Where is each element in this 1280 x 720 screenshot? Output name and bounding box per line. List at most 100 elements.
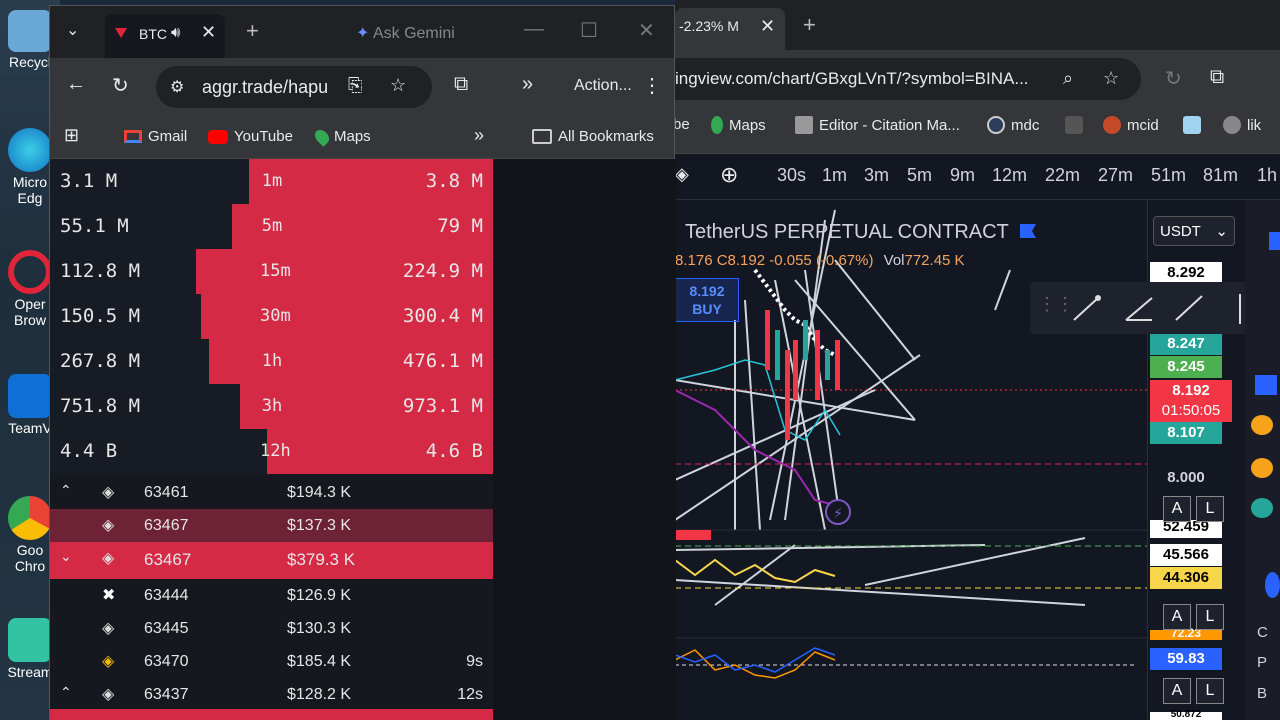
price-tag: 44.306 bbox=[1150, 567, 1222, 589]
interval-81m[interactable]: 81m bbox=[1203, 165, 1238, 186]
maximize-icon[interactable]: ☐ bbox=[580, 18, 598, 43]
buy-label: BUY bbox=[692, 301, 722, 317]
interval-27m[interactable]: 27m bbox=[1098, 165, 1133, 186]
sidebar-button[interactable] bbox=[1251, 458, 1273, 478]
sell-volume: 4.6 B bbox=[425, 440, 483, 462]
tab-title: -2.23% M bbox=[679, 18, 739, 34]
reload-icon[interactable]: ↻ bbox=[112, 73, 129, 98]
interval-toolbar: ◈ ⊕ 30s 1m 3m 5m 9m 12m 22m 27m 51m 81m … bbox=[675, 154, 1280, 200]
indicator-icon[interactable]: ◈ bbox=[675, 164, 689, 185]
auto-scale-button[interactable]: A bbox=[1163, 496, 1191, 522]
new-tab-icon[interactable]: + bbox=[246, 18, 259, 44]
interval-1m[interactable]: 1m bbox=[822, 165, 847, 186]
maps-pin-icon bbox=[312, 126, 332, 147]
tab-search-icon[interactable]: ⌄ bbox=[66, 20, 79, 40]
extensions-icon[interactable]: ⧉ bbox=[1210, 66, 1224, 89]
interval-12m[interactable]: 12m bbox=[992, 165, 1027, 186]
price-tag: 72.23 bbox=[1150, 627, 1222, 640]
interval-51m[interactable]: 51m bbox=[1151, 165, 1186, 186]
sidebar-button[interactable] bbox=[1269, 232, 1280, 250]
install-app-icon[interactable]: ⎘ bbox=[348, 75, 362, 96]
trades-panel: ⌃ ◈ 63461 $194.3 K ◈ 63467 $137.3 K ⌄ ◈ 63467 $379… bbox=[50, 476, 493, 711]
sidebar-button[interactable] bbox=[1251, 498, 1273, 518]
sidebar-letter: P bbox=[1257, 654, 1268, 671]
bookmark-maps[interactable]: Maps bbox=[711, 116, 766, 134]
apps-grid-icon[interactable]: ⊞ bbox=[64, 125, 79, 146]
sidebar-button[interactable] bbox=[1255, 375, 1277, 395]
bookmark-citation[interactable]: Editor - Citation Ma... bbox=[795, 116, 960, 134]
url-text: ingview.com/chart/GBxgLVnT/?symbol=BINA.… bbox=[675, 69, 1029, 88]
trade-amount: $126.9 K bbox=[287, 587, 352, 604]
bookmark-star-icon[interactable]: ☆ bbox=[1103, 68, 1119, 89]
arrow-line-tool-icon[interactable] bbox=[1070, 292, 1104, 326]
angle-tool-icon[interactable] bbox=[1122, 292, 1156, 326]
interval-5m[interactable]: 5m bbox=[907, 165, 932, 186]
bookmark-star-icon[interactable]: ☆ bbox=[390, 75, 406, 96]
stats-row-1m: 3.1 M 1m 3.8 M bbox=[50, 159, 493, 204]
auto-scale-button[interactable]: A bbox=[1163, 678, 1191, 704]
buy-price: 8.192 bbox=[689, 283, 725, 299]
symbol-title[interactable]: TetherUS PERPETUAL CONTRACT bbox=[685, 221, 1036, 244]
bookmark-mcid[interactable]: mcid bbox=[1103, 116, 1159, 134]
speaker-icon[interactable]: 🔊︎ bbox=[171, 24, 180, 41]
okx-icon: ◈ bbox=[102, 550, 115, 567]
interval-3m[interactable]: 3m bbox=[864, 165, 889, 186]
actions-button[interactable]: Action... bbox=[574, 77, 632, 95]
stats-row-30m: 150.5 M 30m 300.4 M bbox=[50, 294, 493, 339]
menu-kebab-icon[interactable]: ⋮ bbox=[642, 73, 662, 98]
ask-gemini-button[interactable]: ✦ Ask Gemini bbox=[356, 23, 455, 43]
trade-price: 63444 bbox=[144, 587, 189, 604]
tab-tradingview[interactable]: -2.23% M ✕ bbox=[675, 8, 785, 50]
close-window-icon[interactable]: ✕ bbox=[638, 18, 655, 43]
back-icon[interactable]: ← bbox=[66, 73, 86, 96]
address-bar[interactable]: ingview.com/chart/GBxgLVnT/?symbol=BINA.… bbox=[675, 58, 1141, 100]
bookmark-gmail[interactable]: Gmail bbox=[124, 128, 187, 145]
interval-9m[interactable]: 9m bbox=[950, 165, 975, 186]
timeframe-label: 1m bbox=[261, 171, 283, 191]
sidebar-button[interactable] bbox=[1265, 572, 1280, 598]
bookmark-unnamed[interactable] bbox=[1065, 116, 1083, 134]
address-bar[interactable]: ⚙ aggr.trade/hapu ⎘ ☆ bbox=[156, 66, 432, 108]
bookmark-youtube[interactable]: YouTube bbox=[208, 128, 293, 145]
close-tab-icon[interactable]: ✕ bbox=[201, 22, 216, 43]
sidebar-button[interactable] bbox=[1251, 415, 1273, 435]
close-tab-icon[interactable]: ✕ bbox=[760, 16, 775, 37]
buy-button[interactable]: 8.192 BUY bbox=[675, 278, 739, 322]
log-scale-button[interactable]: L bbox=[1196, 496, 1224, 522]
auto-scale-button[interactable]: A bbox=[1163, 604, 1191, 630]
interval-1h[interactable]: 1h bbox=[1257, 165, 1277, 186]
stats-row-3h: 751.8 M 3h 973.1 M bbox=[50, 384, 493, 429]
bookmark-lik[interactable]: lik bbox=[1223, 116, 1261, 134]
all-bookmarks-button[interactable]: All Bookmarks bbox=[532, 128, 654, 145]
add-compare-icon[interactable]: ⊕ bbox=[720, 162, 738, 188]
currency-select[interactable]: USDT ⌄ bbox=[1153, 216, 1235, 246]
log-scale-button[interactable]: L bbox=[1196, 678, 1224, 704]
site-info-icon[interactable]: ⚙ bbox=[170, 77, 184, 97]
overflow-chevron-icon[interactable]: » bbox=[522, 73, 533, 96]
trend-line-tool-icon[interactable] bbox=[1172, 292, 1206, 326]
price-axis[interactable]: 8.292 8.247 8.245 8.192 01:50:05 8.107 8… bbox=[1147, 200, 1245, 720]
bookmark-maps[interactable]: Maps bbox=[312, 126, 371, 147]
bookmark-mdc[interactable]: mdc bbox=[987, 116, 1039, 134]
bookmark-item[interactable]: be bbox=[675, 116, 690, 133]
extensions-icon[interactable]: ⧉ bbox=[454, 73, 468, 96]
cloud-icon bbox=[1183, 116, 1201, 134]
minimize-icon[interactable]: — bbox=[524, 18, 544, 41]
tradingview-browser-window: -2.23% M ✕ + ingview.com/chart/GBxgLVnT/… bbox=[675, 0, 1280, 720]
chevron-down-icon: ⌄ bbox=[60, 548, 72, 564]
drag-handle-icon[interactable]: ⋮⋮ bbox=[1038, 294, 1074, 315]
bookmark-cloud[interactable] bbox=[1183, 116, 1201, 134]
trade-price: 63467 bbox=[144, 517, 189, 534]
new-tab-icon[interactable]: + bbox=[803, 12, 816, 38]
interval-30s[interactable]: 30s bbox=[777, 165, 806, 186]
overflow-chevron-icon[interactable]: » bbox=[474, 125, 484, 146]
price-chart[interactable]: ⚡ TetherUS PERPETUAL CONTRACT 8.176 C8.1… bbox=[675, 200, 1280, 720]
zoom-icon[interactable]: ⌕ bbox=[1063, 68, 1073, 89]
stats-row-5m: 55.1 M 5m 79 M bbox=[50, 204, 493, 249]
flag-icon[interactable] bbox=[1019, 224, 1036, 238]
sidebar-letter: B bbox=[1257, 685, 1268, 702]
interval-22m[interactable]: 22m bbox=[1045, 165, 1080, 186]
sync-icon[interactable]: ↻ bbox=[1165, 66, 1182, 91]
log-scale-button[interactable]: L bbox=[1196, 604, 1224, 630]
tab-btc[interactable]: BTC 🔊︎ ✕ bbox=[105, 14, 225, 58]
